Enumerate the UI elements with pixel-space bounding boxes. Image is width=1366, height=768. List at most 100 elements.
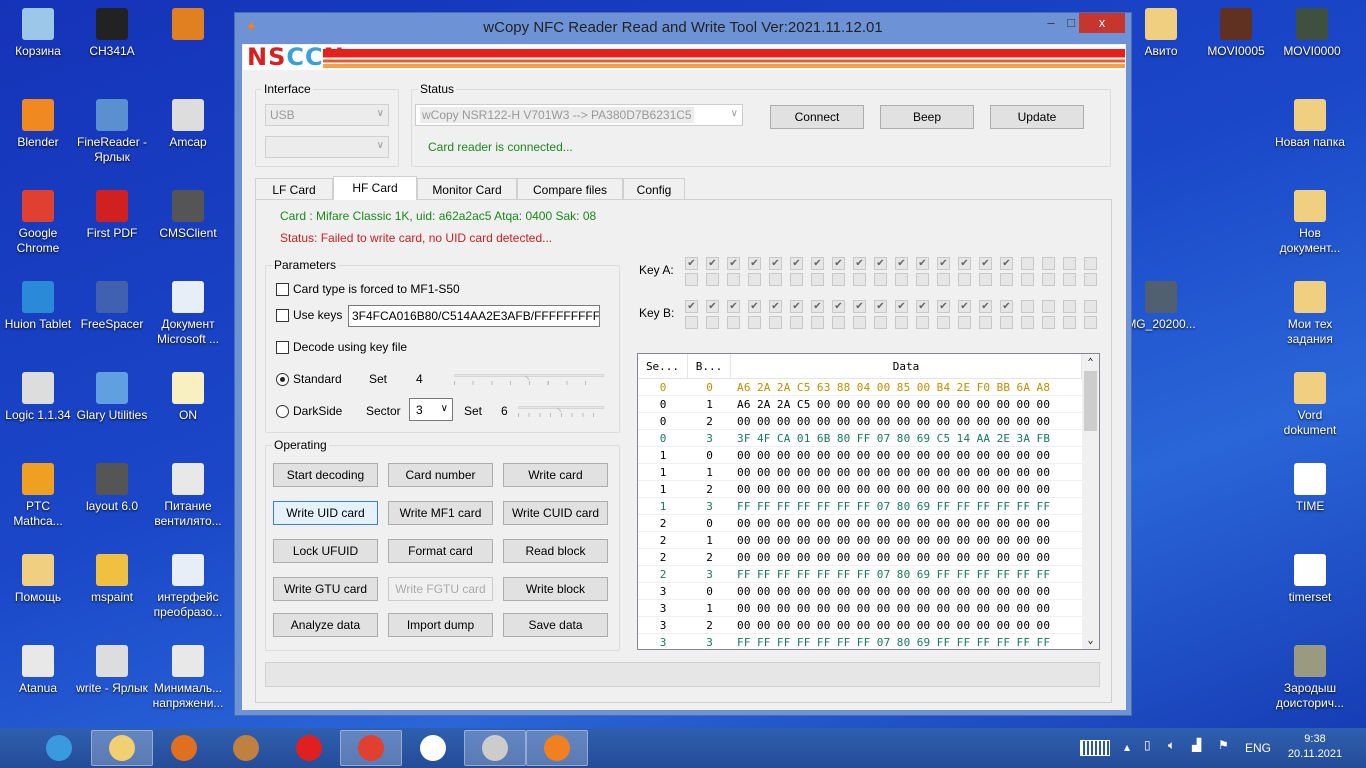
taskbar-internet-explorer[interactable]: [28, 730, 90, 766]
lock-ufuid-button[interactable]: Lock UFUID: [273, 539, 378, 563]
write-mf1-card-button[interactable]: Write MF1 card: [388, 501, 493, 525]
key-b-checkbox[interactable]: ✔: [706, 300, 719, 313]
close-button[interactable]: x: [1079, 13, 1125, 33]
force-type-checkbox[interactable]: [276, 283, 289, 296]
key-b-checkbox[interactable]: ✔: [727, 300, 740, 313]
sector-select[interactable]: 3 ∨: [409, 398, 453, 421]
key-a-checkbox[interactable]: [1084, 273, 1097, 286]
key-a-checkbox[interactable]: ✔: [1000, 257, 1013, 270]
use-keys-checkbox[interactable]: [276, 309, 289, 322]
key-b-checkbox[interactable]: ✔: [958, 300, 971, 313]
tab-config[interactable]: Config: [623, 178, 685, 200]
key-a-checkbox[interactable]: ✔: [748, 257, 761, 270]
key-a-checkbox[interactable]: ✔: [769, 257, 782, 270]
write-fgtu-card-button[interactable]: Write FGTU card: [388, 577, 493, 601]
write-uid-card-button[interactable]: Write UID card: [273, 501, 378, 525]
taskbar-chrome[interactable]: [340, 730, 402, 766]
key-b-checkbox[interactable]: [1042, 316, 1055, 329]
key-b-checkbox[interactable]: ✔: [979, 300, 992, 313]
standard-set-slider[interactable]: [454, 372, 604, 386]
volume-icon[interactable]: 🔈︎: [1168, 738, 1175, 753]
desktop-icon[interactable]: Vord dokument: [1272, 372, 1348, 438]
header-block[interactable]: B...: [688, 354, 731, 379]
write-block-button[interactable]: Write block: [503, 577, 608, 601]
tab-lf-card[interactable]: LF Card: [255, 178, 333, 200]
key-a-checkbox[interactable]: ✔: [853, 257, 866, 270]
key-a-checkbox[interactable]: [1000, 273, 1013, 286]
key-a-checkbox[interactable]: [958, 273, 971, 286]
key-b-checkbox[interactable]: [1021, 300, 1034, 313]
key-b-checkbox[interactable]: ✔: [769, 300, 782, 313]
desktop-icon[interactable]: Документ Microsoft ...: [150, 281, 226, 347]
key-b-checkbox[interactable]: [916, 316, 929, 329]
desktop-icon[interactable]: Минималь... напряжени...: [150, 645, 226, 711]
desktop-icon[interactable]: Мои тех задания: [1272, 281, 1348, 347]
taskbar-yandex-browser-red[interactable]: [278, 730, 340, 766]
table-scrollbar[interactable]: ⌃ ⌄: [1082, 354, 1099, 649]
minimize-button[interactable]: –: [1039, 13, 1063, 33]
key-b-checkbox[interactable]: [832, 316, 845, 329]
key-b-checkbox[interactable]: [790, 316, 803, 329]
key-b-checkbox[interactable]: [1084, 300, 1097, 313]
key-a-checkbox[interactable]: ✔: [811, 257, 824, 270]
desktop-icon[interactable]: MOVI0000: [1274, 8, 1350, 59]
key-a-checkbox[interactable]: ✔: [937, 257, 950, 270]
key-a-checkbox[interactable]: ✔: [874, 257, 887, 270]
table-row[interactable]: 2 3 FF FF FF FF FF FF FF 07 80 69 FF FF FF…: [638, 566, 1082, 583]
battery-icon[interactable]: ▯: [1144, 738, 1151, 752]
update-button[interactable]: Update: [990, 105, 1084, 129]
desktop-icon[interactable]: Новая папка: [1272, 99, 1348, 150]
desktop-icon[interactable]: [150, 8, 226, 44]
key-a-checkbox[interactable]: [1063, 273, 1076, 286]
analyze-data-button[interactable]: Analyze data: [273, 613, 378, 637]
desktop-icon[interactable]: Нов документ...: [1272, 190, 1348, 256]
key-a-checkbox[interactable]: [979, 273, 992, 286]
import-dump-button[interactable]: Import dump: [388, 613, 493, 637]
start-decoding-button[interactable]: Start decoding: [273, 463, 378, 487]
table-row[interactable]: 1 3 FF FF FF FF FF FF FF 07 80 69 FF FF FF…: [638, 498, 1082, 515]
key-b-checkbox[interactable]: ✔: [895, 300, 908, 313]
key-a-checkbox[interactable]: [895, 273, 908, 286]
desktop-icon[interactable]: write - Ярлык: [74, 645, 150, 696]
clock[interactable]: 9:38 20.11.2021: [1285, 733, 1345, 760]
taskbar-yandex[interactable]: [402, 730, 464, 766]
desktop-icon[interactable]: FineReader - Ярлык: [74, 99, 150, 165]
scroll-thumb[interactable]: [1084, 371, 1097, 431]
key-a-checkbox[interactable]: ✔: [706, 257, 719, 270]
standard-radio[interactable]: [276, 373, 289, 386]
key-a-checkbox[interactable]: [811, 273, 824, 286]
device-select[interactable]: wCopy NSR122-H V701W3 --> PA380D7B6231C5…: [415, 104, 743, 126]
key-b-checkbox[interactable]: ✔: [811, 300, 824, 313]
interface-select[interactable]: USB ∨: [265, 104, 389, 126]
key-b-checkbox[interactable]: ✔: [790, 300, 803, 313]
key-b-checkbox[interactable]: ✔: [874, 300, 887, 313]
key-b-checkbox[interactable]: [895, 316, 908, 329]
key-a-checkbox[interactable]: [853, 273, 866, 286]
write-gtu-card-button[interactable]: Write GTU card: [273, 577, 378, 601]
desktop-icon[interactable]: Logic 1.1.34: [0, 372, 76, 423]
key-b-checkbox[interactable]: [1084, 316, 1097, 329]
connect-button[interactable]: Connect: [770, 105, 864, 129]
darkside-radio[interactable]: [276, 405, 289, 418]
desktop-icon[interactable]: mspaint: [74, 554, 150, 605]
format-card-button[interactable]: Format card: [388, 539, 493, 563]
table-row[interactable]: 3 3 FF FF FF FF FF FF FF 07 80 69 FF FF FF…: [638, 634, 1082, 649]
keyboard-icon[interactable]: [1080, 740, 1110, 756]
key-b-checkbox[interactable]: ✔: [937, 300, 950, 313]
key-b-checkbox[interactable]: [1042, 300, 1055, 313]
table-row[interactable]: 3 2 00 00 00 00 00 00 00 00 00 00 00 00 00…: [638, 617, 1082, 634]
key-b-checkbox[interactable]: [685, 316, 698, 329]
table-row[interactable]: 0 3 3F 4F CA 01 6B 80 FF 07 80 69 C5 14 AA…: [638, 430, 1082, 447]
desktop-icon[interactable]: layout 6.0: [74, 463, 150, 514]
header-sector[interactable]: Se...: [638, 354, 688, 379]
save-data-button[interactable]: Save data: [503, 613, 608, 637]
write-card-button[interactable]: Write card: [503, 463, 608, 487]
key-b-checkbox[interactable]: ✔: [685, 300, 698, 313]
table-row[interactable]: 3 1 00 00 00 00 00 00 00 00 00 00 00 00 00…: [638, 600, 1082, 617]
taskbar-wcopy[interactable]: [526, 730, 588, 766]
key-a-checkbox[interactable]: ✔: [727, 257, 740, 270]
desktop-icon[interactable]: CMSClient: [150, 190, 226, 241]
scroll-down-icon[interactable]: ⌄: [1082, 632, 1099, 649]
desktop-icon[interactable]: MOVI0005: [1198, 8, 1274, 59]
key-a-checkbox[interactable]: ✔: [685, 257, 698, 270]
